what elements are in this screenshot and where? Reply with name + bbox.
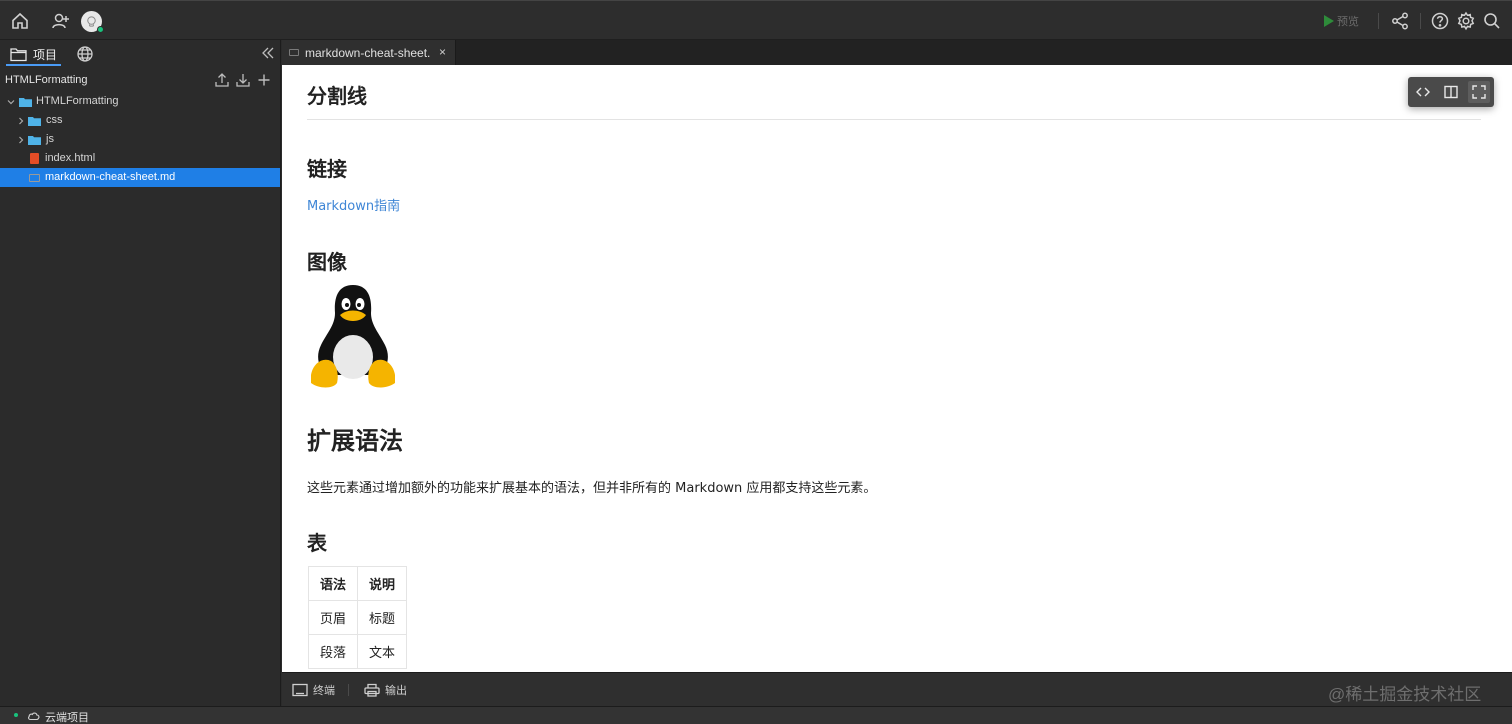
tree-item-label: HTMLFormatting [36,95,119,107]
markdown-file-icon [289,49,299,56]
folder-icon [19,98,32,107]
terminal-label: 终端 [313,685,335,697]
editor-tab-label: markdown-cheat-sheet. [305,46,431,60]
table-row: 段落 文本 [307,634,408,669]
preview-button[interactable]: 预览 [1324,13,1359,29]
cloud-project-label[interactable]: 云端项目 [45,709,89,724]
add-file-icon[interactable] [256,72,272,88]
output-button[interactable]: 输出 [364,682,407,698]
tree-item-css[interactable]: css [0,111,280,130]
cloud-icon [28,712,40,721]
play-icon [1324,15,1334,27]
tree-item-label: js [46,133,54,145]
share-icon[interactable] [1389,10,1411,32]
folder-icon [28,136,41,145]
globe-icon[interactable] [76,45,94,63]
bottom-divider [348,684,349,696]
status-bar: 云端项目 [0,706,1512,724]
project-header: HTMLFormatting [0,70,280,92]
watermark: @稀土掘金技术社区 [1328,685,1482,704]
preview-label: 预览 [1337,16,1359,28]
close-icon[interactable]: × [439,45,446,59]
table-row: 页眉 标题 [307,600,408,635]
tree-item-label: css [46,114,63,126]
heading-link: 链接 [307,157,347,181]
avatar[interactable] [81,11,104,33]
code-view-icon[interactable] [1412,81,1434,103]
heading-hr: 分割线 [307,84,367,108]
horizontal-rule [307,119,1481,120]
download-icon[interactable] [235,72,251,88]
connection-status-dot [14,713,18,717]
extended-syntax-paragraph: 这些元素通过增加额外的功能来扩展基本的语法，但并非所有的 Markdown 应用… [307,481,877,496]
split-view-icon[interactable] [1440,81,1462,103]
table-header-row: 语法 说明 [307,566,408,601]
editor-tabbar: markdown-cheat-sheet. × [282,40,1512,65]
table-cell: 标题 [357,600,408,635]
folder-icon [10,47,27,61]
tree-item-index-html[interactable]: index.html [0,149,280,168]
folder-icon [28,117,41,126]
markdown-file-icon [29,174,40,182]
tree-item-js[interactable]: js [0,130,280,149]
chevron-down-icon [7,100,15,105]
chevron-right-icon [19,136,24,144]
output-label: 输出 [385,685,407,697]
tree-item-markdown-cheat-sheet[interactable]: markdown-cheat-sheet.md [0,168,280,187]
heading-image: 图像 [307,250,347,274]
editor-tab[interactable]: markdown-cheat-sheet. × [282,40,456,65]
table-cell: 段落 [307,634,359,669]
table-cell: 页眉 [307,600,359,635]
fullscreen-preview-icon[interactable] [1468,81,1490,103]
tree-item-label: markdown-cheat-sheet.md [45,171,176,183]
home-icon[interactable] [9,10,31,32]
table-header-cell: 说明 [357,566,408,601]
tux-penguin-image [311,285,395,388]
markdown-guide-link[interactable]: Markdown指南 [307,195,400,214]
project-title: HTMLFormatting [5,74,88,86]
terminal-button[interactable]: 终端 [292,682,335,698]
toolbar-divider [1378,13,1379,29]
upload-icon[interactable] [214,72,230,88]
tree-item-htmlformatting[interactable]: HTMLFormatting [0,92,280,111]
table-header-cell: 语法 [307,566,359,601]
add-user-icon[interactable] [50,10,72,32]
gear-icon[interactable] [1455,10,1477,32]
collapse-sidebar-icon[interactable] [261,46,275,60]
toolbar-divider [1420,13,1421,29]
markdown-table: 语法 说明 页眉 标题 段落 文本 [307,566,408,669]
heading-extended-syntax: 扩展语法 [307,427,403,455]
terminal-icon [292,683,308,697]
tree-item-label: index.html [45,152,96,164]
help-icon[interactable] [1429,10,1451,32]
sidebar: 项目 HTMLFormatting HTMLFormatting css js … [0,40,281,706]
heading-table: 表 [307,531,327,555]
html-file-icon [30,153,39,164]
markdown-preview: 分割线 链接 Markdown指南 图像 扩展语法 这些元素通过增加额外的功能来… [282,65,1512,672]
file-tree: HTMLFormatting css js index.html markdow… [0,92,280,187]
tab-project[interactable]: 项目 [6,44,62,66]
top-toolbar: 预览 [0,0,1512,40]
chevron-right-icon [19,117,24,125]
online-status-dot [97,26,104,33]
tab-project-label: 项目 [33,47,58,62]
sidebar-tabs: 项目 [0,40,280,68]
table-cell: 文本 [357,634,408,669]
view-mode-switcher [1408,77,1494,107]
search-icon[interactable] [1481,10,1503,32]
printer-icon [364,683,380,697]
